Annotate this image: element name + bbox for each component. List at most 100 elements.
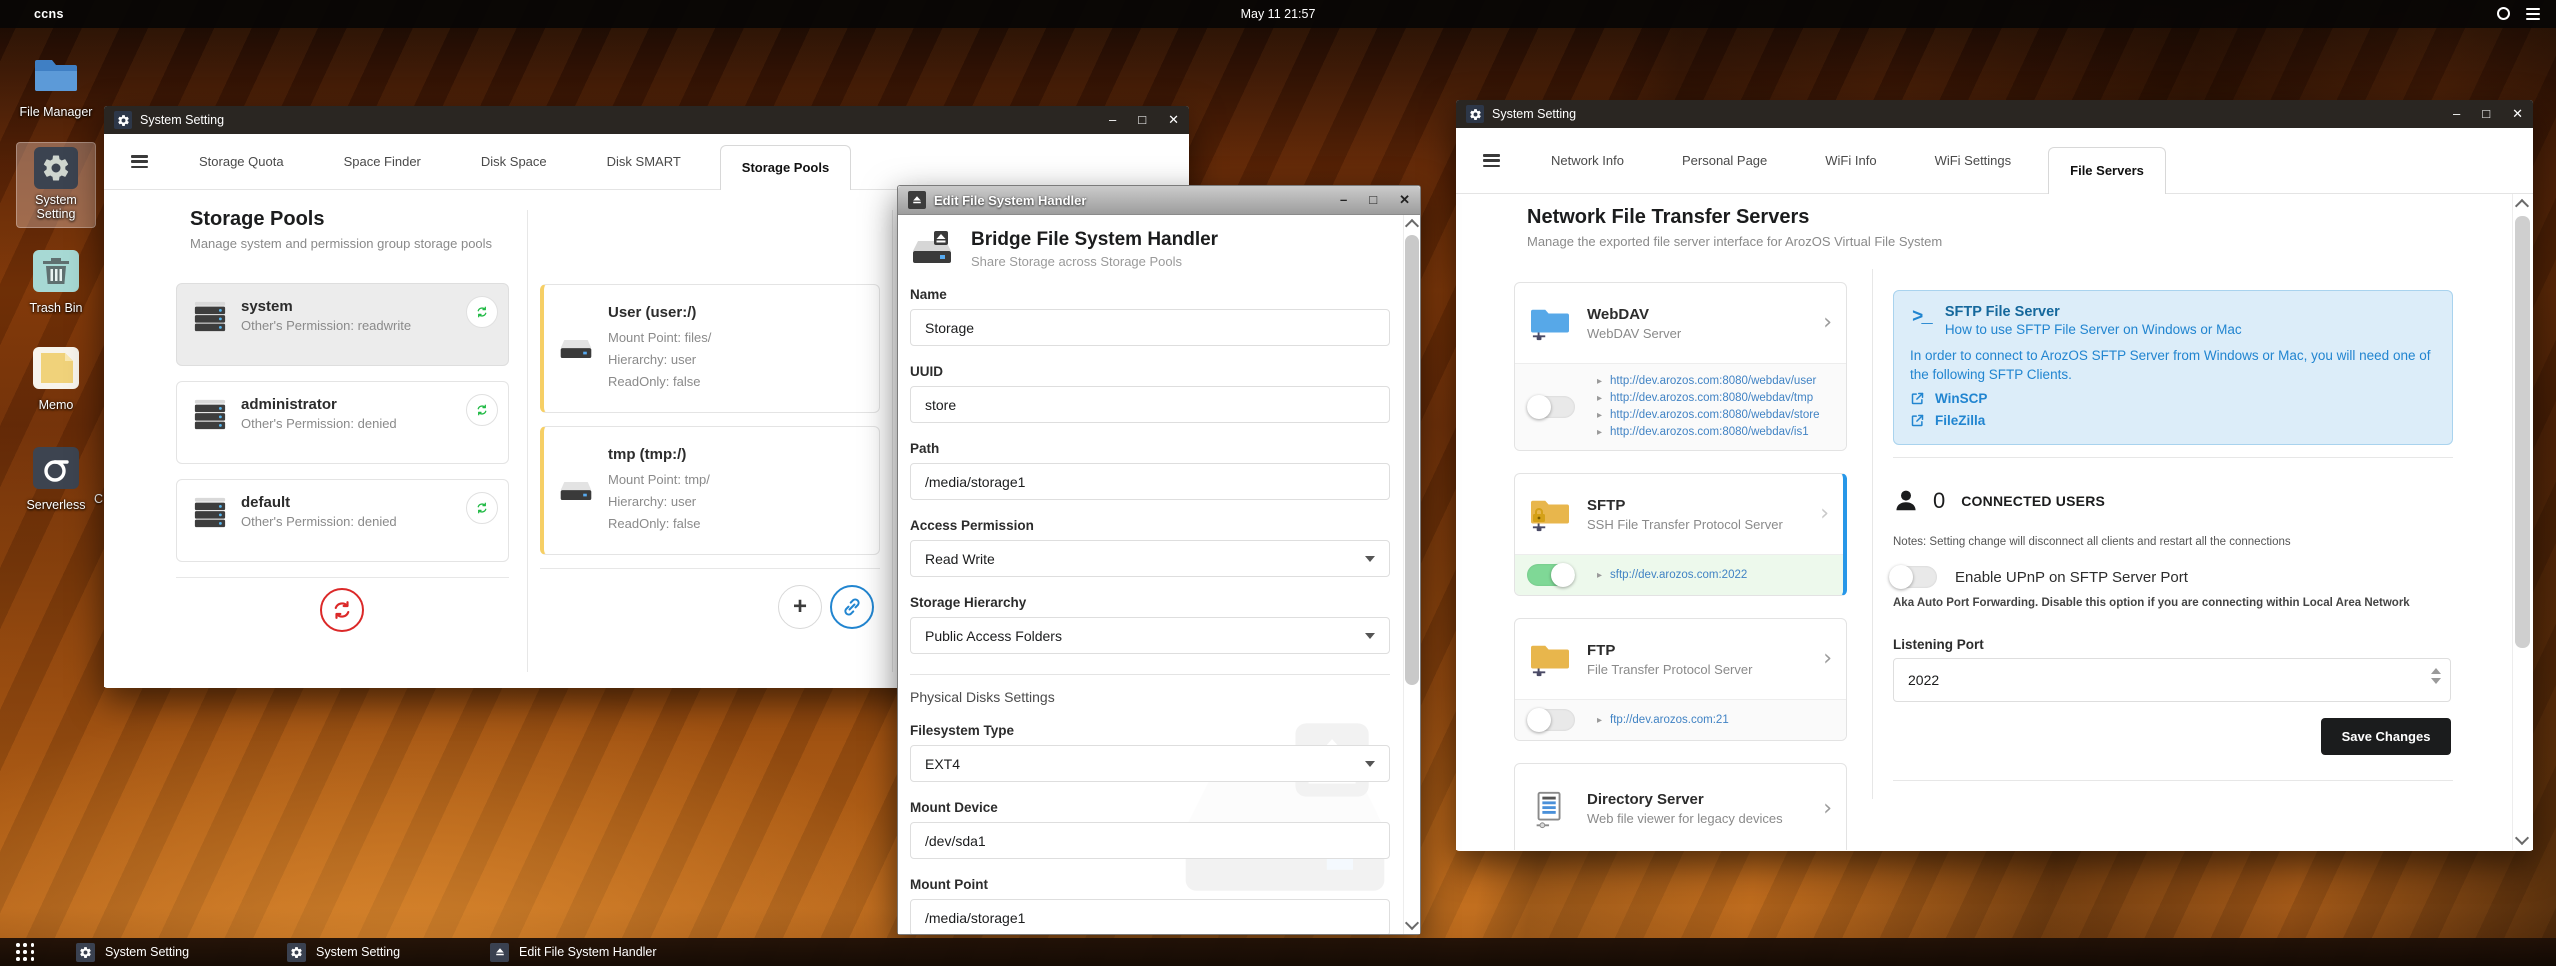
scrollbar[interactable] xyxy=(1403,215,1420,934)
desktop-icon-system-setting[interactable]: System Setting xyxy=(16,142,96,228)
tab-space-finder[interactable]: Space Finder xyxy=(323,134,442,189)
server-card-webdav[interactable]: WebDAV WebDAV Server › ▸ http://dev.arozo… xyxy=(1514,282,1847,451)
webdav-url[interactable]: http://dev.arozos.com:8080/webdav/tmp xyxy=(1610,392,1813,404)
scroll-up-icon[interactable] xyxy=(2514,198,2530,214)
filesystem-type-select[interactable]: EXT4 xyxy=(910,745,1390,782)
save-changes-button[interactable]: Save Changes xyxy=(2321,718,2451,755)
sync-pool-button[interactable] xyxy=(466,492,498,524)
number-stepper[interactable] xyxy=(2431,668,2441,684)
tab-network-info[interactable]: Network Info xyxy=(1530,128,1645,193)
listening-port-input[interactable] xyxy=(1893,658,2451,702)
bridge-fsh-button[interactable] xyxy=(830,585,874,629)
chevron-right-icon[interactable]: › xyxy=(1823,312,1836,334)
chevron-right-icon[interactable]: › xyxy=(1820,503,1833,525)
server-card-ftp[interactable]: FTP File Transfer Protocol Server › ▸ ftp… xyxy=(1514,618,1847,741)
client-link-filezilla[interactable]: FileZilla xyxy=(1910,413,2436,428)
uuid-input[interactable] xyxy=(911,387,1389,422)
title-bar[interactable]: System Setting – □ ✕ xyxy=(104,106,1189,134)
scrollbar-thumb[interactable] xyxy=(2515,216,2530,648)
taskbar-item-system-setting-1[interactable]: System Setting xyxy=(76,938,189,966)
close-button[interactable]: ✕ xyxy=(1399,186,1410,214)
help-body: In order to connect to ArozOS SFTP Serve… xyxy=(1910,348,2431,382)
chevron-right-icon[interactable]: › xyxy=(1823,648,1836,670)
webdav-url[interactable]: http://dev.arozos.com:8080/webdav/is1 xyxy=(1610,426,1809,438)
window-system-setting-fileservers: System Setting – □ ✕ Network Info Person… xyxy=(1456,100,2533,851)
scrollbar-thumb[interactable] xyxy=(1405,235,1419,685)
title-bar[interactable]: System Setting – □ ✕ xyxy=(1456,100,2533,128)
desktop-icon-trash-bin[interactable]: Trash Bin xyxy=(18,250,94,315)
scroll-down-icon[interactable] xyxy=(1404,915,1420,931)
server-card-sftp[interactable]: SFTP SSH File Transfer Protocol Server ›… xyxy=(1514,473,1847,596)
reload-pools-button[interactable] xyxy=(320,588,364,632)
tab-wifi-info[interactable]: WiFi Info xyxy=(1804,128,1897,193)
mount-device-input[interactable] xyxy=(911,823,1389,858)
caret-down-icon xyxy=(1365,555,1375,562)
mount-card-tmp[interactable]: tmp (tmp:/) Mount Point: tmp/ Hierarchy:… xyxy=(540,426,880,555)
maximize-button[interactable]: □ xyxy=(1369,186,1377,214)
tab-storage-pools[interactable]: Storage Pools xyxy=(719,145,852,190)
divider xyxy=(176,577,509,578)
server-name: FTP xyxy=(1587,641,1616,659)
tab-wifi-settings[interactable]: WiFi Settings xyxy=(1914,128,2033,193)
storage-hierarchy-label: Storage Hierarchy xyxy=(910,595,1027,610)
upnp-toggle[interactable] xyxy=(1889,565,1937,589)
minimize-button[interactable]: – xyxy=(1340,186,1347,214)
desktop-icon-label: Trash Bin xyxy=(29,301,83,315)
tab-disk-smart[interactable]: Disk SMART xyxy=(586,134,702,189)
minimize-button[interactable]: – xyxy=(1109,106,1116,134)
tab-bar: Storage Quota Space Finder Disk Space Di… xyxy=(104,134,1189,190)
webdav-url[interactable]: http://dev.arozos.com:8080/webdav/store xyxy=(1610,409,1819,421)
path-input[interactable] xyxy=(911,464,1389,499)
pool-name: system xyxy=(241,298,293,315)
divider xyxy=(1893,780,2453,781)
desktop-icon-memo[interactable]: Memo xyxy=(18,347,94,412)
scroll-down-icon[interactable] xyxy=(2514,830,2530,846)
add-fsh-button[interactable]: + xyxy=(778,585,822,629)
webdav-url[interactable]: http://dev.arozos.com:8080/webdav/user xyxy=(1610,375,1816,387)
ftp-url[interactable]: ftp://dev.arozos.com:21 xyxy=(1610,714,1729,726)
name-input[interactable] xyxy=(911,310,1389,345)
scroll-up-icon[interactable] xyxy=(1404,218,1420,234)
menu-icon[interactable] xyxy=(1483,154,1500,167)
close-button[interactable]: ✕ xyxy=(2512,100,2523,128)
access-permission-select[interactable]: Read Write xyxy=(910,540,1390,577)
system-menu-icon[interactable] xyxy=(2526,8,2540,20)
sftp-url[interactable]: sftp://dev.arozos.com:2022 xyxy=(1610,569,1747,581)
tab-storage-quota[interactable]: Storage Quota xyxy=(178,134,305,189)
tab-disk-space[interactable]: Disk Space xyxy=(460,134,568,189)
taskbar-item-system-setting-2[interactable]: System Setting xyxy=(287,938,400,966)
window-title: System Setting xyxy=(140,113,225,127)
close-button[interactable]: ✕ xyxy=(1168,106,1179,134)
page-subtitle: Manage system and permission group stora… xyxy=(190,236,493,251)
server-card-directory[interactable]: Directory Server Web file viewer for leg… xyxy=(1514,763,1847,850)
sync-pool-button[interactable] xyxy=(466,394,498,426)
storage-hierarchy-select[interactable]: Public Access Folders xyxy=(910,617,1390,654)
client-link-winscp[interactable]: WinSCP xyxy=(1910,391,2436,406)
minimize-button[interactable]: – xyxy=(2453,100,2460,128)
ftp-toggle[interactable] xyxy=(1527,708,1575,732)
title-bar[interactable]: Edit File System Handler – □ ✕ xyxy=(898,186,1420,215)
pool-card-administrator[interactable]: administrator Other's Permission: denied xyxy=(176,381,509,464)
maximize-button[interactable]: □ xyxy=(2482,100,2490,128)
desktop-icon-file-manager[interactable]: File Manager xyxy=(18,54,94,119)
pool-card-default[interactable]: default Other's Permission: denied xyxy=(176,479,509,562)
app-launcher-icon[interactable] xyxy=(16,943,35,961)
desktop-icon-serverless[interactable]: Serverless xyxy=(18,447,94,512)
taskbar-item-edit-fsh[interactable]: Edit File System Handler xyxy=(490,938,657,966)
mount-point-input[interactable] xyxy=(911,900,1389,934)
bullet-icon: ▸ xyxy=(1597,427,1603,438)
mount-card-user[interactable]: User (user:/) Mount Point: files/ Hierar… xyxy=(540,284,880,413)
maximize-button[interactable]: □ xyxy=(1138,106,1146,134)
tab-file-servers[interactable]: File Servers xyxy=(2048,147,2166,194)
sync-pool-button[interactable] xyxy=(466,296,498,328)
menu-icon[interactable] xyxy=(131,155,148,168)
chevron-right-icon[interactable]: › xyxy=(1823,797,1836,819)
pool-permission: Other's Permission: denied xyxy=(241,416,397,431)
sftp-toggle[interactable] xyxy=(1527,563,1575,587)
bullet-icon: ▸ xyxy=(1597,376,1603,387)
pool-card-system[interactable]: system Other's Permission: readwrite xyxy=(176,283,509,366)
desktop-icon-label: System Setting xyxy=(35,193,77,221)
tab-personal-page[interactable]: Personal Page xyxy=(1661,128,1788,193)
webdav-toggle[interactable] xyxy=(1527,395,1575,419)
scrollbar[interactable] xyxy=(2512,194,2532,850)
